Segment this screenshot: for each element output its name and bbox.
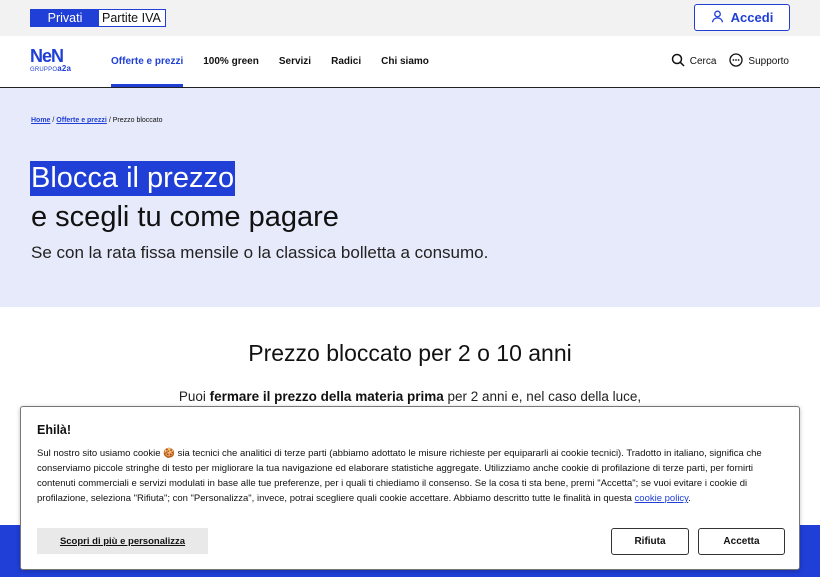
chat-support-icon [729, 53, 744, 70]
logo-mark: NeN [30, 46, 64, 66]
cookie-title: Ehilà! [37, 423, 72, 437]
breadcrumb: Home / Offerte e prezzi / Prezzo bloccat… [31, 117, 163, 124]
breadcrumb-current: Prezzo bloccato [112, 117, 163, 124]
breadcrumb-offerte[interactable]: Offerte e prezzi [56, 117, 107, 124]
nav-utilities: Cerca Supporto [671, 36, 789, 87]
cookie-text: Sul nostro sito usiamo cookie 🍪 sia tecn… [37, 448, 762, 504]
menu-item-servizi[interactable]: Servizi [279, 36, 311, 87]
customize-button[interactable]: Scopri di più e personalizza [37, 528, 208, 554]
segment-privati[interactable]: Privati [31, 10, 99, 26]
top-bar: Privati Partite IVA Accedi [0, 0, 820, 36]
hero-subtitle: Se con la rata fissa mensile o la classi… [31, 243, 489, 262]
page-title: e scegli tu come pagare [31, 201, 339, 233]
search-label: Cerca [689, 56, 717, 67]
user-icon [711, 10, 724, 26]
section-heading: Prezzo bloccato per 2 o 10 anni [248, 340, 572, 366]
reject-button[interactable]: Rifiuta [611, 528, 689, 555]
cookie-banner: Ehilà! Sul nostro sito usiamo cookie 🍪 s… [20, 406, 800, 570]
logo-group: GRUPPOa2a [30, 64, 72, 74]
section-paragraph: Puoi fermare il prezzo della materia pri… [178, 389, 642, 404]
breadcrumb-home[interactable]: Home [31, 117, 50, 124]
logo[interactable]: NeN GRUPPOa2a [30, 46, 76, 74]
support-link[interactable]: Supporto [729, 53, 789, 70]
accept-button[interactable]: Accetta [698, 528, 785, 555]
customer-type-switch: Privati Partite IVA [30, 9, 166, 27]
cookie-policy-link[interactable]: cookie policy [635, 493, 689, 504]
search-link[interactable]: Cerca [671, 53, 717, 70]
menu-item-green[interactable]: 100% green [203, 36, 259, 87]
menu-item-offerte[interactable]: Offerte e prezzi [111, 36, 184, 87]
menu: Offerte e prezzi 100% green Servizi Radi… [111, 36, 449, 87]
search-icon [671, 53, 685, 70]
support-label: Supporto [748, 56, 789, 67]
segment-partite-iva[interactable]: Partite IVA [99, 10, 165, 26]
menu-item-chi-siamo[interactable]: Chi siamo [381, 36, 429, 87]
menu-item-radici[interactable]: Radici [331, 36, 361, 87]
login-button[interactable]: Accedi [694, 4, 790, 31]
main-navigation: NeN GRUPPOa2a Offerte e prezzi 100% gree… [0, 36, 820, 88]
page-title-highlight: Blocca il prezzo [30, 161, 236, 196]
hero: Home / Offerte e prezzi / Prezzo bloccat… [0, 88, 820, 307]
login-label: Accedi [730, 10, 774, 25]
